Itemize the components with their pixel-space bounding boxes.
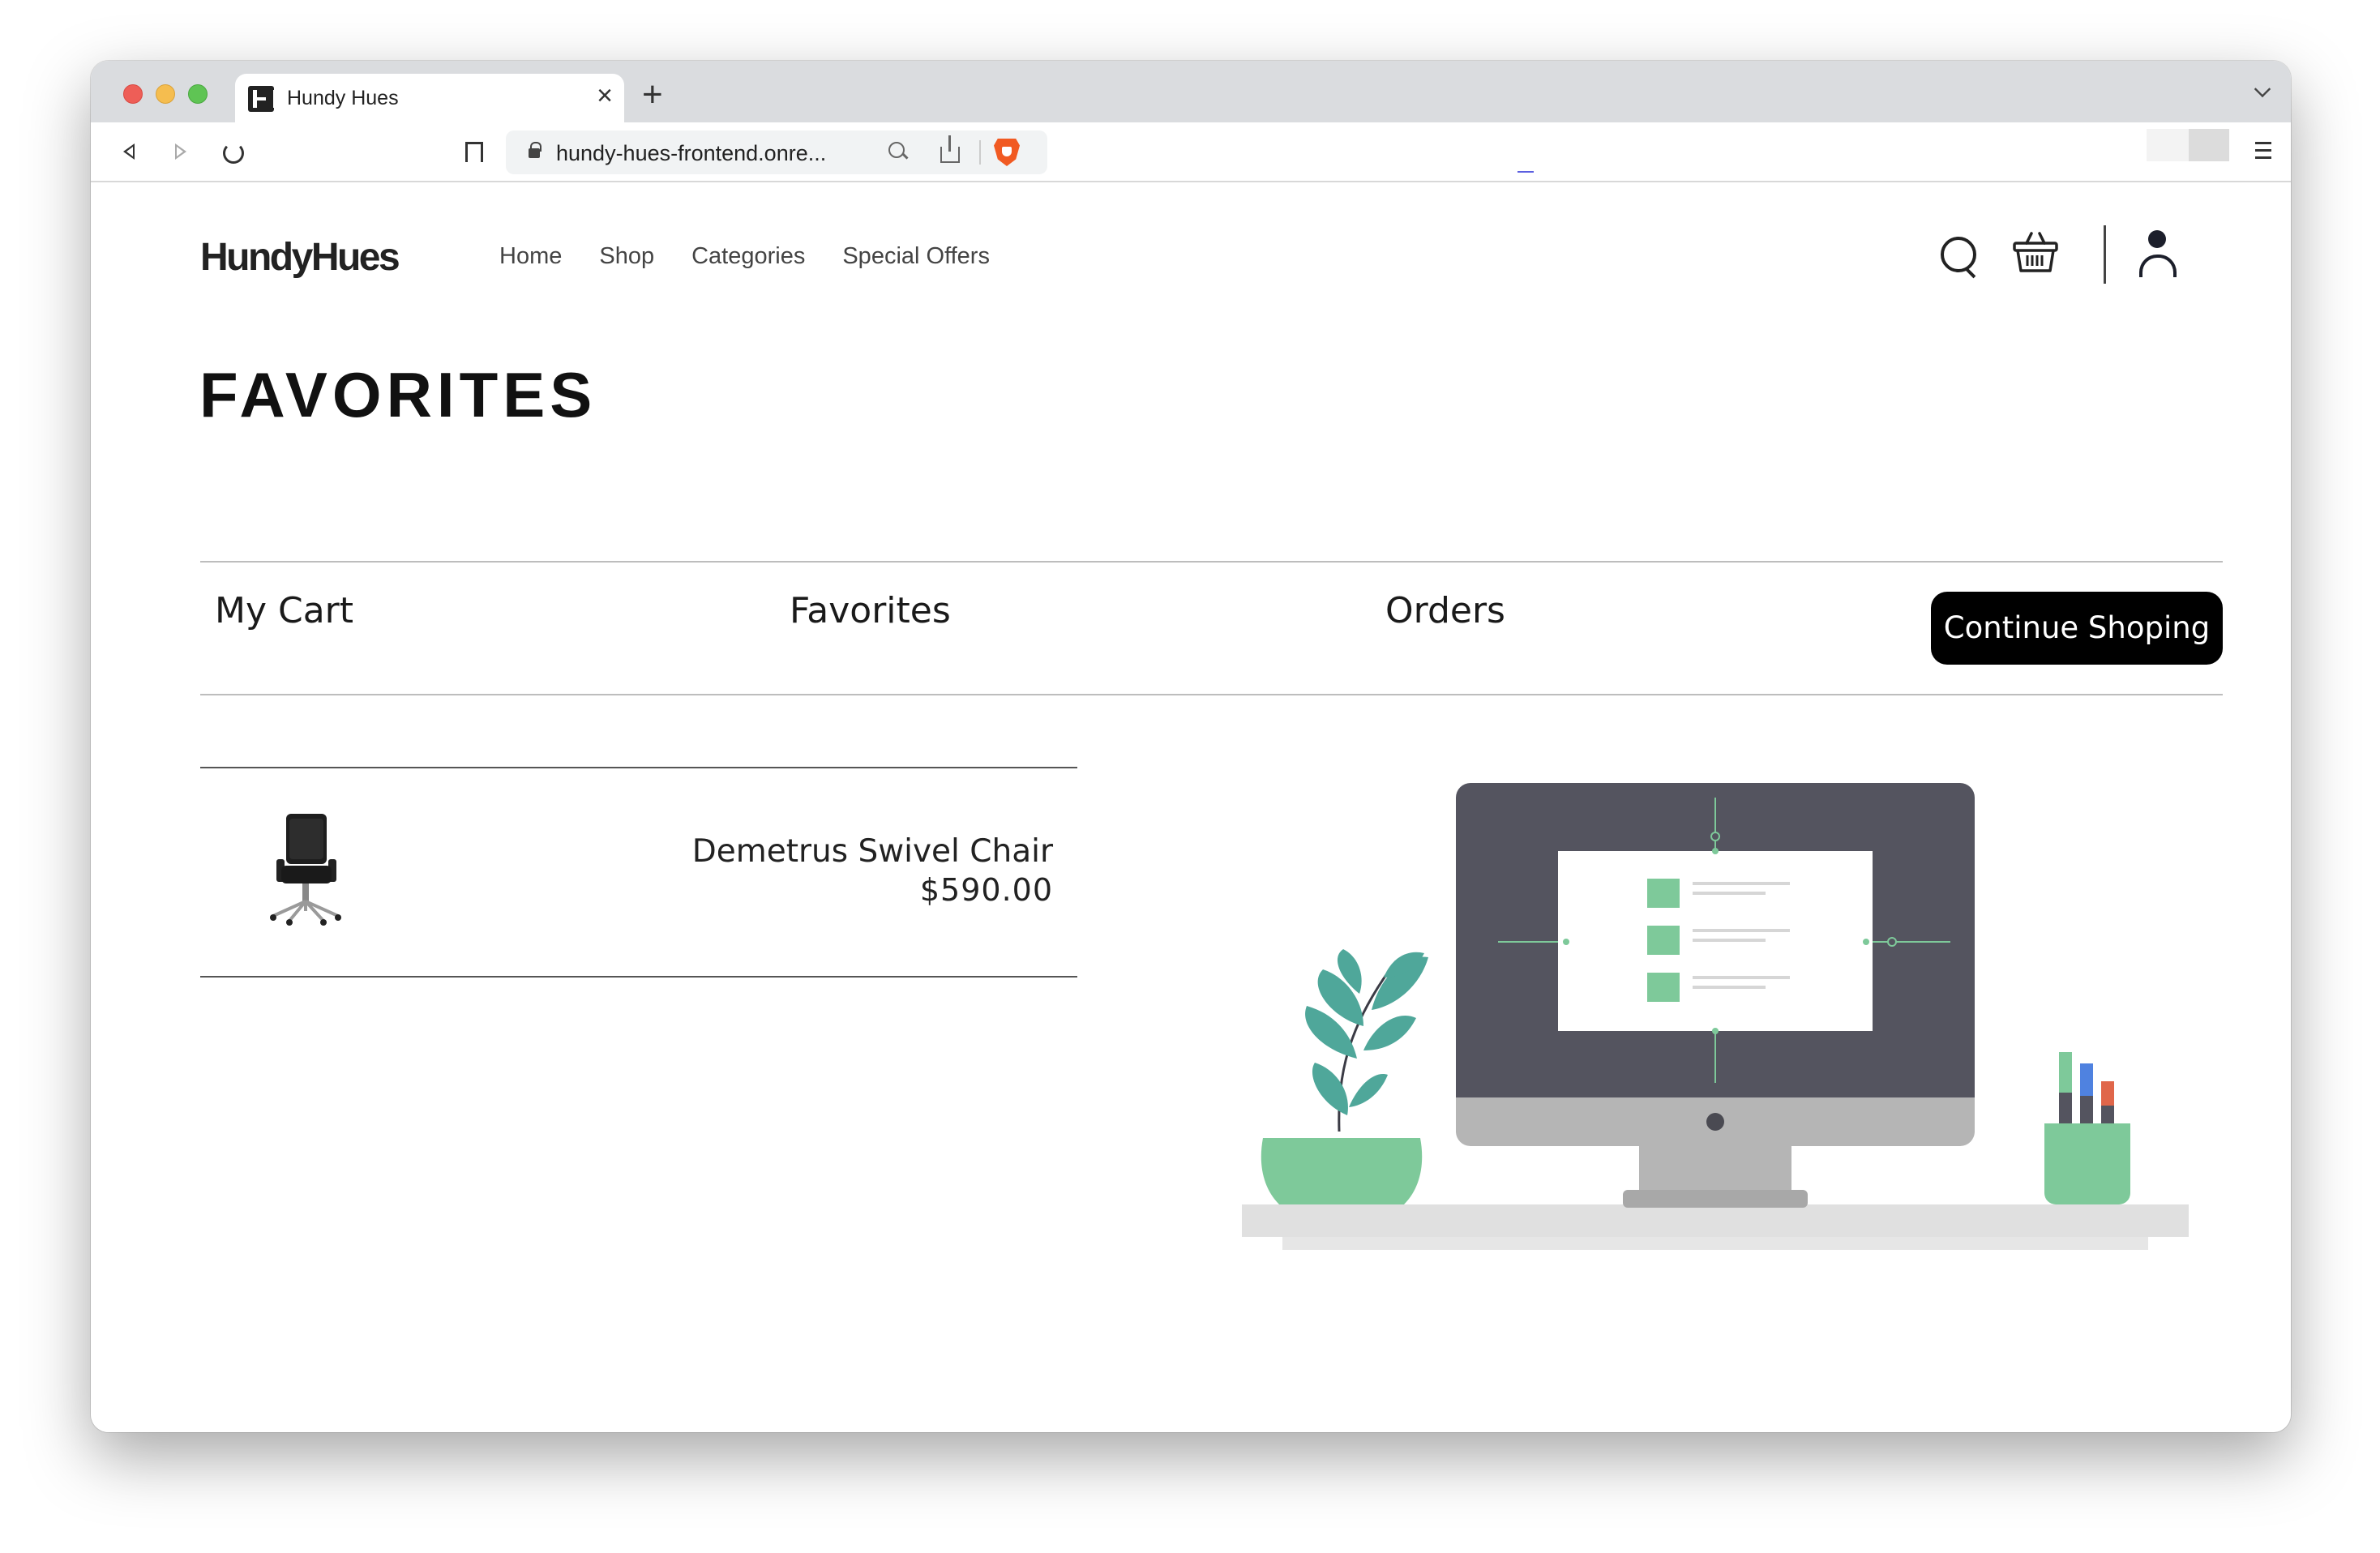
header-divider bbox=[2104, 225, 2106, 284]
extension-slot[interactable] bbox=[2147, 129, 2195, 161]
brave-shields-icon[interactable] bbox=[994, 139, 1020, 166]
user-account-icon[interactable] bbox=[2137, 230, 2177, 279]
browser-menu-icon[interactable] bbox=[2255, 142, 2271, 160]
nav-home[interactable]: Home bbox=[499, 243, 562, 270]
tab-favorites[interactable]: Favorites bbox=[790, 590, 951, 631]
office-chair-image[interactable] bbox=[265, 812, 346, 926]
browser-tab[interactable]: Hundy Hues × bbox=[235, 74, 624, 122]
share-icon[interactable] bbox=[940, 135, 960, 163]
page-content: HundyHues Home Shop Categories Special O… bbox=[91, 183, 2291, 1432]
tab-close-icon[interactable]: × bbox=[597, 82, 613, 109]
page-title: FAVORITES bbox=[199, 359, 597, 430]
loading-indicator bbox=[1517, 171, 1534, 173]
address-bar[interactable]: hundy-hues-frontend.onre... bbox=[506, 130, 1047, 174]
account-tabs: My Cart Favorites Orders Continue Shopin… bbox=[200, 563, 2223, 665]
url-text[interactable]: hundy-hues-frontend.onre... bbox=[556, 141, 826, 166]
divider bbox=[200, 976, 1077, 978]
basket-icon[interactable] bbox=[2012, 229, 2059, 276]
favorite-item-price: $590.00 bbox=[919, 872, 1053, 908]
favorite-item-name[interactable]: Demetrus Swivel Chair bbox=[692, 833, 1053, 870]
hundy-hues-favicon-icon bbox=[248, 86, 277, 112]
new-tab-button[interactable]: + bbox=[642, 77, 663, 113]
browser-toolbar: hundy-hues-frontend.onre... bbox=[91, 122, 2291, 182]
zoom-icon[interactable] bbox=[888, 142, 908, 161]
nav-categories[interactable]: Categories bbox=[691, 243, 805, 270]
site-logo[interactable]: HundyHues bbox=[200, 235, 400, 280]
continue-shopping-button[interactable]: Continue Shoping bbox=[1931, 592, 2223, 665]
main-nav: Home Shop Categories Special Offers bbox=[499, 243, 990, 270]
search-icon[interactable] bbox=[1939, 233, 1980, 277]
maximize-window-button[interactable] bbox=[188, 84, 208, 104]
nav-shop[interactable]: Shop bbox=[599, 243, 654, 270]
tab-strip: Hundy Hues × + bbox=[91, 61, 2291, 122]
reload-icon[interactable] bbox=[217, 137, 246, 166]
tab-my-cart[interactable]: My Cart bbox=[215, 590, 353, 631]
lock-icon bbox=[529, 142, 541, 158]
desk-illustration bbox=[1242, 783, 2198, 1286]
minimize-window-button[interactable] bbox=[156, 84, 175, 104]
favorite-item[interactable]: Demetrus Swivel Chair $590.00 bbox=[200, 767, 1077, 976]
bookmark-icon[interactable] bbox=[457, 137, 486, 166]
forward-icon[interactable] bbox=[165, 137, 195, 166]
tab-title: Hundy Hues bbox=[287, 87, 399, 109]
extension-slot[interactable] bbox=[2189, 129, 2229, 161]
tab-list-chevron-icon[interactable] bbox=[2254, 80, 2271, 98]
browser-window: Hundy Hues × + hundy-hues-frontend.onre.… bbox=[91, 61, 2291, 1432]
divider bbox=[200, 694, 2223, 695]
address-bar-divider bbox=[979, 140, 981, 165]
tab-orders[interactable]: Orders bbox=[1385, 590, 1505, 631]
close-window-button[interactable] bbox=[123, 84, 143, 104]
back-icon[interactable] bbox=[115, 137, 144, 166]
nav-special-offers[interactable]: Special Offers bbox=[842, 243, 990, 270]
